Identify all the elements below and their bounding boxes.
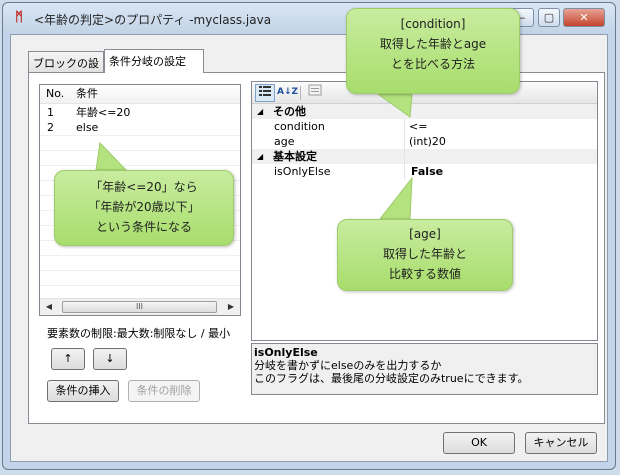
- callout-line: とを比べる方法: [390, 57, 475, 71]
- callout-line: という条件になる: [95, 220, 192, 234]
- callout-line: 取得した年齢と: [382, 247, 467, 261]
- callout-tail-row-note: [95, 141, 128, 171]
- callout-line: [condition]: [400, 17, 466, 31]
- callout-line: 「年齢<=20」なら: [90, 180, 198, 194]
- callout-row-note: 「年齢<=20」なら 「年齢が20歳以下」 という条件になる: [54, 170, 234, 246]
- callout-age: [age] 取得した年齢と 比較する数値: [337, 219, 513, 291]
- callout-condition: [condition] 取得した年齢とage とを比べる方法: [346, 8, 520, 94]
- callout-line: 「年齢が20歳以下」: [88, 200, 200, 214]
- callout-line: [age]: [409, 227, 441, 241]
- callout-line: 比較する数値: [388, 267, 461, 281]
- callout-line: 取得した年齢とage: [379, 37, 487, 51]
- tab-branch-settings[interactable]: 条件分岐の設定: [104, 49, 204, 73]
- callout-tail-condition: [376, 93, 413, 118]
- callout-tail-age: [378, 176, 413, 220]
